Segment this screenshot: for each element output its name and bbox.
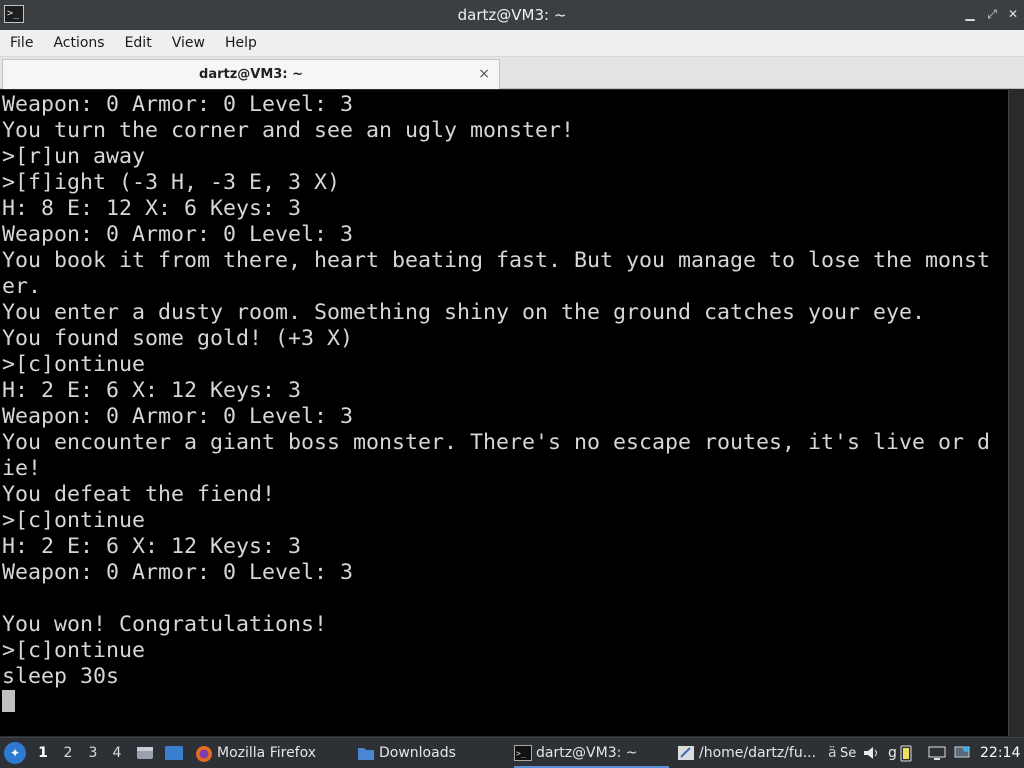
task-label: Mozilla Firefox <box>217 745 317 761</box>
folder-icon <box>357 745 375 761</box>
taskbar: ✦ 1 2 3 4 Mozilla Firefox Downloads >_ d… <box>0 737 1024 768</box>
terminal-cursor <box>2 690 15 712</box>
menu-edit[interactable]: Edit <box>125 35 152 51</box>
terminal-line: You encounter a giant boss monster. Ther… <box>2 430 991 455</box>
terminal-line: H: 8 E: 12 X: 6 Keys: 3 <box>2 196 302 221</box>
show-desktop-icon[interactable] <box>164 738 184 768</box>
terminal-app-icon[interactable]: >_ <box>4 5 24 23</box>
terminal-line: You turn the corner and see an ugly mons… <box>2 118 575 143</box>
terminal-line: Weapon: 0 Armor: 0 Level: 3 <box>2 222 354 247</box>
tray-item-partial-2[interactable]: g <box>888 738 897 768</box>
task-label: dartz@VM3: ~ <box>536 745 638 761</box>
editor-icon <box>677 745 695 761</box>
terminal-icon: >_ <box>514 745 532 761</box>
clock[interactable]: 22:14 <box>980 738 1020 768</box>
terminal-line: You won! Congratulations! <box>2 612 328 637</box>
tab-close-icon[interactable]: × <box>478 66 490 82</box>
firefox-icon <box>195 745 213 762</box>
window-titlebar[interactable]: >_ dartz@VM3: ~ ▁ ⤢ ✕ <box>0 0 1024 30</box>
task-label: /home/dartz/fu... <box>699 745 817 761</box>
terminal-line: >[c]ontinue <box>2 352 146 377</box>
task-editor[interactable]: /home/dartz/fu... <box>677 738 816 768</box>
maximize-icon[interactable]: ⤢ <box>984 6 1000 22</box>
task-label: Downloads <box>379 745 456 761</box>
terminal-line: Weapon: 0 Armor: 0 Level: 3 <box>2 92 354 117</box>
terminal-line: Weapon: 0 Armor: 0 Level: 3 <box>2 560 354 585</box>
terminal-line: >[c]ontinue <box>2 638 146 663</box>
terminal-line: >[r]un away <box>2 144 146 169</box>
network-icon[interactable] <box>954 738 970 768</box>
task-firefox[interactable]: Mozilla Firefox <box>195 738 316 768</box>
menu-actions[interactable]: Actions <box>53 35 104 51</box>
battery-icon[interactable] <box>900 738 914 768</box>
file-manager-launcher-icon[interactable] <box>136 738 154 768</box>
window-title: dartz@VM3: ~ <box>457 6 567 24</box>
terminal-line: er. <box>2 274 42 299</box>
workspace-1[interactable]: 1 <box>34 738 52 768</box>
tray-separator-icon: ä <box>828 745 837 761</box>
task-downloads[interactable]: Downloads <box>357 738 456 768</box>
terminal-line: Weapon: 0 Armor: 0 Level: 3 <box>2 404 354 429</box>
menu-help[interactable]: Help <box>225 35 257 51</box>
display-icon[interactable] <box>928 738 946 768</box>
close-icon[interactable]: ✕ <box>1005 6 1021 22</box>
terminal-line: >[c]ontinue <box>2 508 146 533</box>
menu-file[interactable]: File <box>10 35 33 51</box>
tray-item-partial[interactable]: Se <box>840 738 856 768</box>
tab-bar: dartz@VM3: ~ × <box>0 57 1024 89</box>
start-menu-icon[interactable]: ✦ <box>4 742 26 764</box>
task-terminal[interactable]: >_ dartz@VM3: ~ <box>514 738 669 768</box>
volume-icon[interactable] <box>862 738 880 768</box>
svg-text:>_: >_ <box>516 749 526 758</box>
tab-terminal[interactable]: dartz@VM3: ~ × <box>2 59 500 89</box>
workspace-4[interactable]: 4 <box>108 738 126 768</box>
terminal-line: You enter a dusty room. Something shiny … <box>2 300 926 325</box>
menu-bar: File Actions Edit View Help <box>0 30 1024 57</box>
workspace-3[interactable]: 3 <box>84 738 102 768</box>
terminal-line: You book it from there, heart beating fa… <box>2 248 991 273</box>
terminal-line: You defeat the fiend! <box>2 482 276 507</box>
minimize-icon[interactable]: ▁ <box>962 6 978 22</box>
terminal-line: sleep 30s <box>2 664 120 689</box>
terminal-scrollbar[interactable] <box>1008 90 1024 736</box>
terminal-line: H: 2 E: 6 X: 12 Keys: 3 <box>2 378 302 403</box>
menu-view[interactable]: View <box>172 35 205 51</box>
terminal-line: H: 2 E: 6 X: 12 Keys: 3 <box>2 534 302 559</box>
tab-label: dartz@VM3: ~ <box>199 67 303 82</box>
terminal-output[interactable]: Weapon: 0 Armor: 0 Level: 3 You turn the… <box>0 90 1008 736</box>
workspace-2[interactable]: 2 <box>59 738 77 768</box>
terminal-line: You found some gold! (+3 X) <box>2 326 354 351</box>
terminal-line: ie! <box>2 456 42 481</box>
terminal-line: >[f]ight (-3 H, -3 E, 3 X) <box>2 170 341 195</box>
